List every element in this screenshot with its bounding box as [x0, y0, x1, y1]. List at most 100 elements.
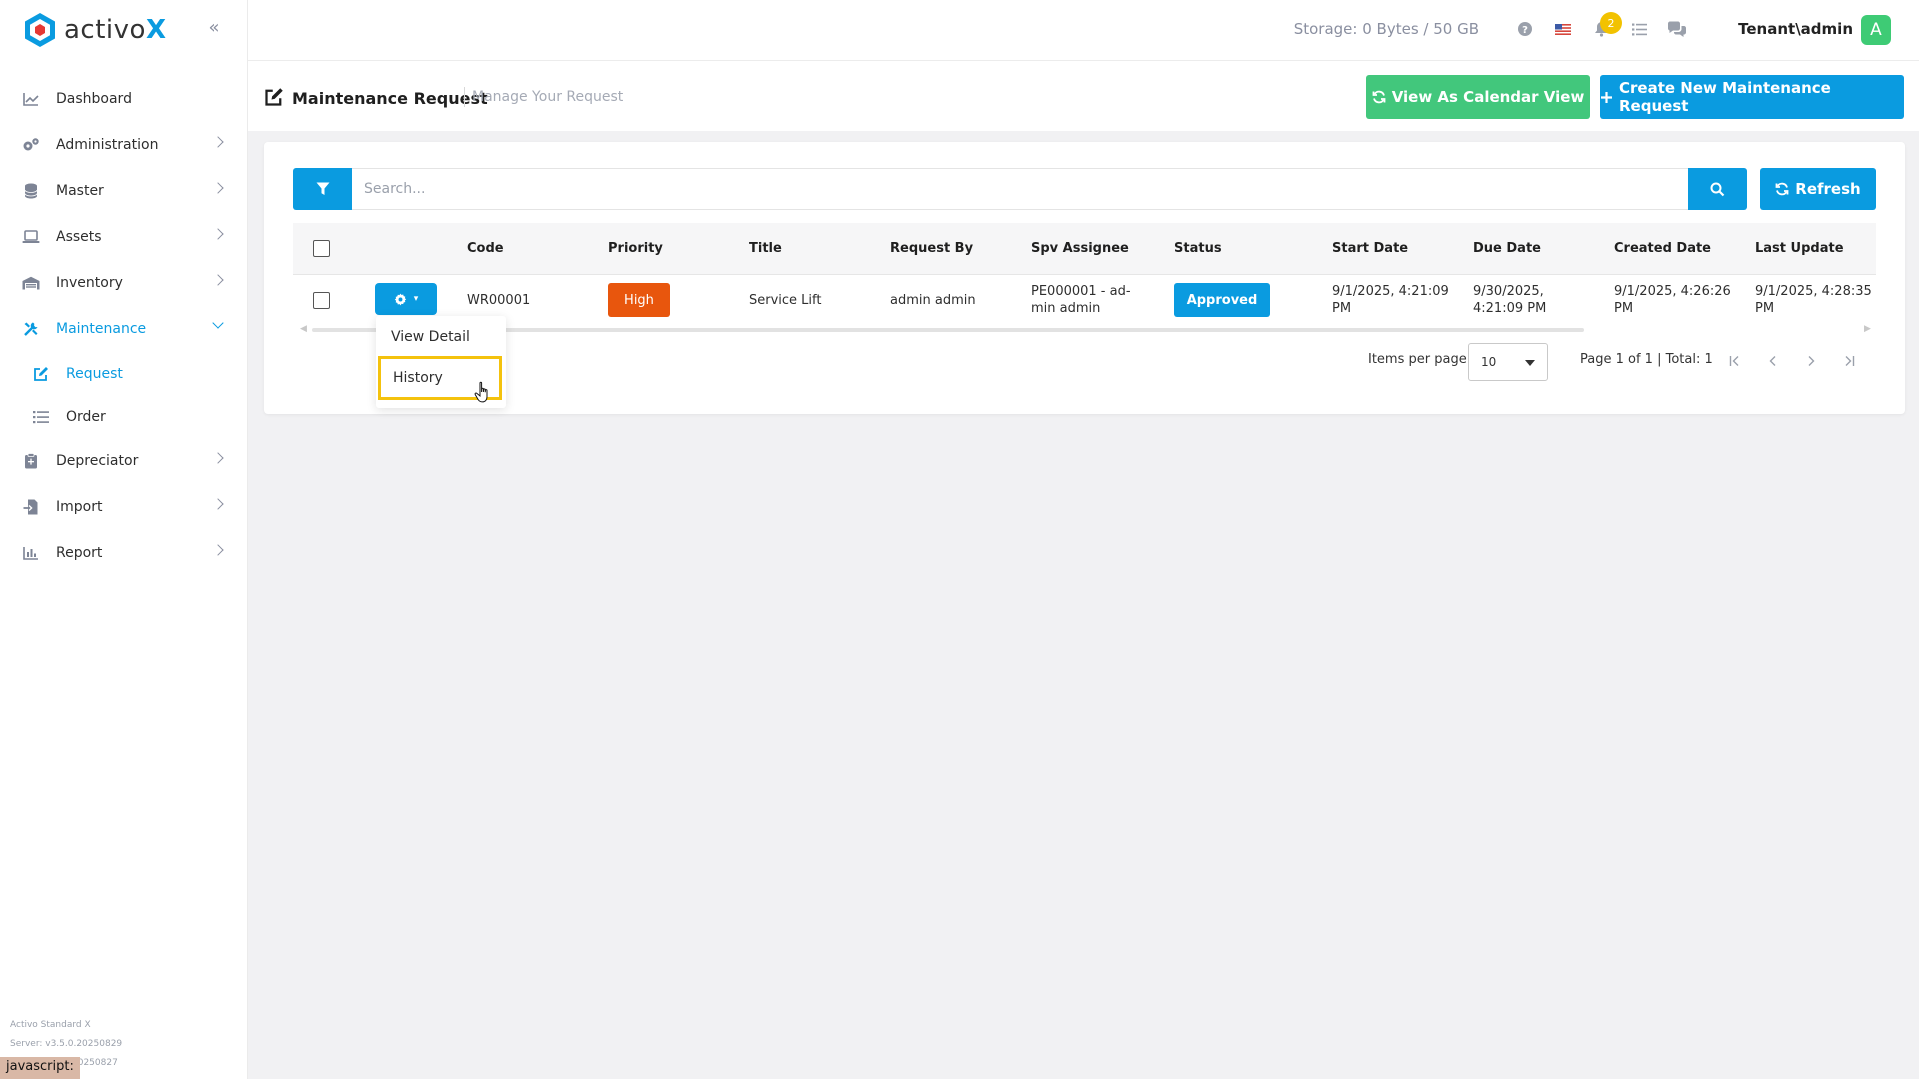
cell-last-update: 9/1/2025, 4:28:35 PM — [1755, 283, 1872, 317]
items-per-page-value: 10 — [1481, 355, 1497, 369]
column-header-due-date[interactable]: Due Date — [1473, 241, 1541, 256]
sync-icon — [1775, 182, 1789, 196]
user-name[interactable]: Tenant\admin — [1738, 20, 1853, 38]
column-header-status[interactable]: Status — [1174, 241, 1222, 256]
sidebar-item-depreciator[interactable]: Depreciator — [0, 438, 248, 484]
prev-page-icon[interactable] — [1762, 350, 1784, 372]
sidebar-item-label: Report — [56, 545, 103, 561]
column-header-start-date[interactable]: Start Date — [1332, 241, 1408, 256]
sidebar-item-label: Import — [56, 499, 103, 515]
hand-pointer-icon — [474, 381, 488, 403]
cell-code: WR00001 — [467, 293, 531, 308]
select-all-checkbox[interactable] — [313, 240, 330, 257]
collapse-sidebar-icon[interactable]: « — [204, 18, 224, 38]
sync-icon — [1372, 90, 1386, 104]
filter-button[interactable] — [293, 168, 352, 210]
cell-created-date-line2: PM — [1614, 301, 1634, 316]
cell-due-date: 9/30/2025, 4:21:09 PM — [1473, 283, 1546, 317]
last-page-icon[interactable] — [1838, 350, 1860, 372]
menu-item-view-detail[interactable]: View Detail — [376, 319, 506, 355]
caret-down-icon — [1525, 360, 1535, 366]
sidebar-item-master[interactable]: Master — [0, 168, 248, 214]
sidebar-item-inventory[interactable]: Inventory — [0, 260, 248, 306]
logo-text: activoX — [64, 15, 167, 45]
svg-text:?: ? — [1522, 25, 1528, 36]
refresh-button[interactable]: Refresh — [1760, 168, 1876, 210]
column-header-priority[interactable]: Priority — [608, 241, 663, 256]
chevron-right-icon — [212, 544, 224, 556]
edit-icon — [32, 365, 50, 383]
cell-title: Service Lift — [749, 293, 822, 308]
column-header-spv-assignee[interactable]: Spv Assignee — [1031, 241, 1129, 256]
bell-icon[interactable]: 2 — [1590, 12, 1622, 40]
tools-icon — [22, 320, 40, 338]
title-divider — [464, 87, 465, 107]
sidebar-item-label: Depreciator — [56, 453, 139, 469]
column-header-last-update[interactable]: Last Update — [1755, 241, 1844, 256]
sidebar-nav: Dashboard Administration Master Assets I… — [0, 76, 248, 576]
database-icon — [22, 182, 40, 200]
sidebar-item-administration[interactable]: Administration — [0, 122, 248, 168]
refresh-label: Refresh — [1795, 180, 1861, 198]
list-icon — [32, 408, 50, 426]
row-actions-button[interactable]: ▾ — [375, 283, 437, 315]
items-per-page-select[interactable]: 10 — [1468, 343, 1548, 381]
row-checkbox[interactable] — [313, 292, 330, 309]
caret-down-icon: ▾ — [413, 294, 419, 304]
page-header: Maintenance Request Manage Your Request … — [248, 61, 1919, 131]
sidebar-item-dashboard[interactable]: Dashboard — [0, 76, 248, 122]
chart-line-icon — [22, 90, 40, 108]
sidebar-item-assets[interactable]: Assets — [0, 214, 248, 260]
sidebar-subitem-request[interactable]: Request — [0, 352, 248, 395]
search-button[interactable] — [1688, 168, 1747, 210]
search-input[interactable] — [352, 168, 1688, 210]
table-header: Code Priority Title Request By Spv Assig… — [293, 223, 1876, 275]
sidebar-item-import[interactable]: Import — [0, 484, 248, 530]
cell-due-date-line2: 4:21:09 PM — [1473, 301, 1547, 316]
column-header-code[interactable]: Code — [467, 241, 504, 256]
cell-start-date-line2: PM — [1332, 301, 1352, 316]
view-calendar-label: View As Calendar View — [1391, 88, 1585, 106]
us-flag-icon[interactable] — [1552, 18, 1574, 40]
chevron-down-icon — [212, 317, 224, 329]
cell-start-date-line1: 9/1/2025, 4:21:09 — [1332, 284, 1449, 299]
chevron-right-icon — [212, 228, 224, 240]
create-request-button[interactable]: Create New Maintenance Request — [1600, 75, 1904, 119]
sidebar: activoX « Dashboard Administration Maste… — [0, 0, 248, 1079]
sidebar-item-label: Maintenance — [56, 321, 147, 337]
first-page-icon[interactable] — [1724, 350, 1746, 372]
cell-due-date-line1: 9/30/2025, — [1473, 284, 1544, 299]
sidebar-subitem-label: Request — [66, 365, 123, 382]
scroll-right-icon[interactable]: ▶ — [1864, 324, 1871, 334]
chart-bar-icon — [22, 544, 40, 562]
cogs-icon — [22, 136, 40, 154]
task-list-icon[interactable] — [1628, 18, 1650, 40]
cell-spv-assignee-line1: PE000001 - ad- — [1031, 284, 1131, 299]
help-icon[interactable]: ? — [1514, 18, 1536, 40]
page-title-wrap: Maintenance Request — [264, 87, 488, 109]
sidebar-item-maintenance[interactable]: Maintenance — [0, 306, 248, 352]
column-header-request-by[interactable]: Request By — [890, 241, 973, 256]
view-calendar-button[interactable]: View As Calendar View — [1366, 75, 1590, 119]
cell-spv-assignee-line2: min admin — [1031, 301, 1101, 316]
sidebar-subitem-order[interactable]: Order — [0, 395, 248, 438]
sidebar-item-report[interactable]: Report — [0, 530, 248, 576]
cell-request-by: admin admin — [890, 293, 976, 308]
page-title: Maintenance Request — [292, 88, 488, 108]
column-header-created-date[interactable]: Created Date — [1614, 241, 1711, 256]
cell-created-date: 9/1/2025, 4:26:26 PM — [1614, 283, 1731, 317]
column-header-title[interactable]: Title — [749, 241, 782, 256]
app-logo[interactable]: activoX — [22, 10, 167, 50]
chat-icon[interactable] — [1666, 18, 1688, 40]
avatar[interactable]: A — [1861, 15, 1891, 45]
table-row: ▾ WR00001 High Service Lift admin admin … — [293, 275, 1876, 327]
sidebar-subitem-label: Order — [66, 408, 106, 425]
cell-last-update-line2: PM — [1755, 301, 1775, 316]
cell-start-date: 9/1/2025, 4:21:09 PM — [1332, 283, 1449, 317]
search-icon — [1710, 182, 1725, 196]
next-page-icon[interactable] — [1800, 350, 1822, 372]
scroll-left-icon[interactable]: ◀ — [300, 324, 307, 334]
product-name: Activo Standard X — [10, 1020, 91, 1030]
sidebar-item-label: Assets — [56, 229, 102, 245]
server-version: Server: v3.5.0.20250829 — [10, 1039, 123, 1049]
